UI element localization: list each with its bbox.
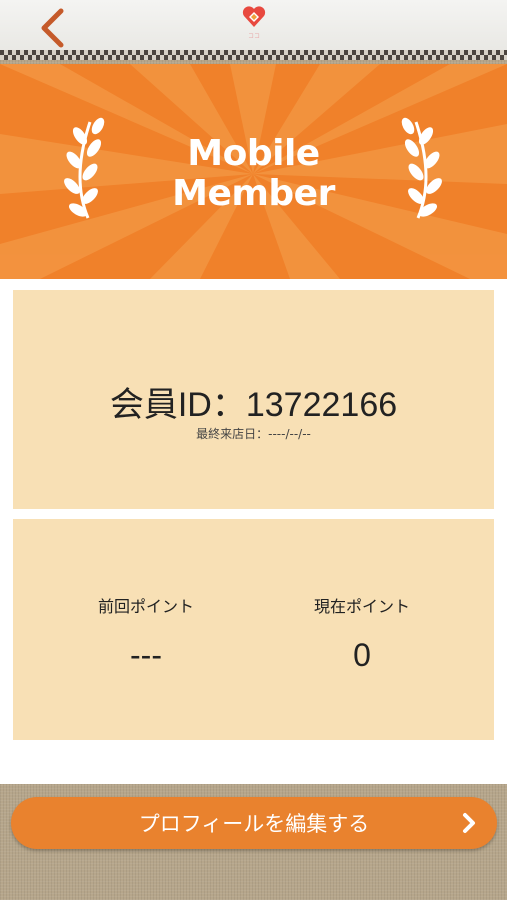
- logo-text: ココ: [247, 33, 260, 40]
- last-visit: 最終来店日：----/--/--: [13, 425, 494, 442]
- chevron-right-icon: [463, 813, 475, 833]
- member-banner: Mobile Member: [0, 64, 507, 279]
- previous-points-label: 前回ポイント: [97, 597, 194, 616]
- banner-title-line2: Member: [172, 173, 335, 214]
- chevron-left-icon: [41, 8, 64, 48]
- member-id-card: 会員ID：13722166 最終来店日：----/--/--: [13, 290, 494, 509]
- points-card: 前回ポイント --- 現在ポイント 0: [13, 519, 494, 740]
- banner-title: Mobile Member: [0, 134, 507, 214]
- heart-logo-icon: [242, 6, 266, 28]
- member-id-label: 会員ID：: [109, 386, 246, 424]
- back-button[interactable]: [30, 6, 74, 50]
- previous-points-value: ---: [130, 637, 162, 673]
- last-visit-label: 最終来店日：: [196, 427, 269, 441]
- edit-profile-button[interactable]: プロフィールを編集する: [11, 797, 497, 849]
- top-bar: ココ: [0, 0, 507, 52]
- current-points-value: 0: [353, 637, 371, 673]
- edit-profile-label: プロフィールを編集する: [138, 812, 370, 836]
- current-points-label: 現在ポイント: [313, 597, 410, 616]
- last-visit-value: ----/--/--: [268, 427, 311, 441]
- previous-points: 前回ポイント ---: [46, 593, 246, 674]
- member-id-value: 13722166: [245, 386, 398, 424]
- banner-title-line1: Mobile: [187, 133, 320, 174]
- app-logo: ココ: [240, 4, 268, 44]
- header-divider: [0, 50, 507, 60]
- member-id: 会員ID：13722166: [13, 377, 494, 426]
- current-points: 現在ポイント 0: [262, 593, 462, 674]
